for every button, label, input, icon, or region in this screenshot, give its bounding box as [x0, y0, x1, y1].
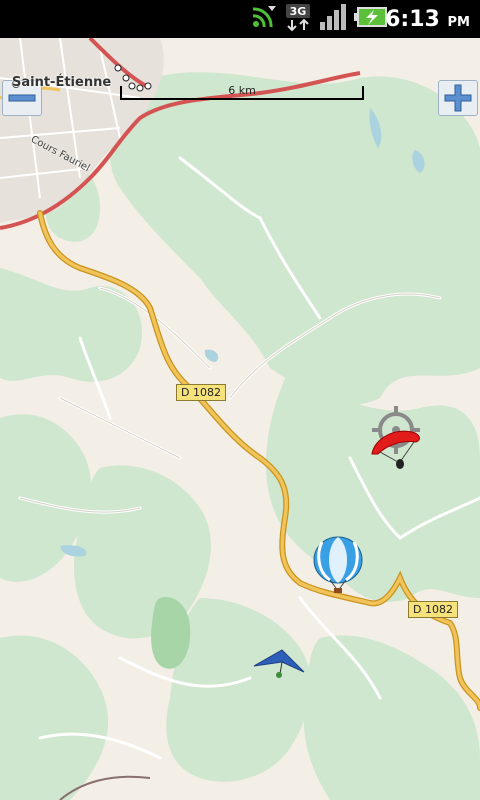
- map-view[interactable]: 6 km Saint-Étienne Cours Fauriel D 1082 …: [0, 38, 480, 800]
- zoom-in-button[interactable]: [438, 80, 478, 116]
- scale-label: 6 km: [228, 84, 256, 97]
- plus-icon: [444, 84, 472, 112]
- place-name: Saint-Étienne: [12, 75, 112, 90]
- sync-icon: [248, 2, 278, 36]
- paraglider-marker[interactable]: [368, 426, 422, 470]
- scale-bar: 6 km: [120, 84, 364, 100]
- minus-icon: [8, 93, 36, 103]
- hang-glider-icon: [253, 649, 305, 678]
- road-shield-1: D 1082: [176, 384, 226, 401]
- status-time: 6:13 PM: [385, 7, 470, 32]
- paraglider-icon: [371, 430, 420, 469]
- signal-icon: [318, 2, 348, 36]
- road-shield-2: D 1082: [408, 601, 458, 618]
- 3g-data-icon: 3G: [284, 2, 312, 36]
- svg-text:3G: 3G: [290, 5, 307, 18]
- status-icons: 3G: [248, 2, 390, 36]
- hangglider-marker[interactable]: [252, 648, 306, 680]
- clock-ampm: PM: [447, 15, 470, 30]
- clock-time: 6:13: [385, 7, 440, 32]
- status-bar: 3G 6:13 PM: [0, 0, 480, 38]
- balloon-marker[interactable]: [312, 536, 364, 594]
- hot-air-balloon-icon: [313, 536, 363, 593]
